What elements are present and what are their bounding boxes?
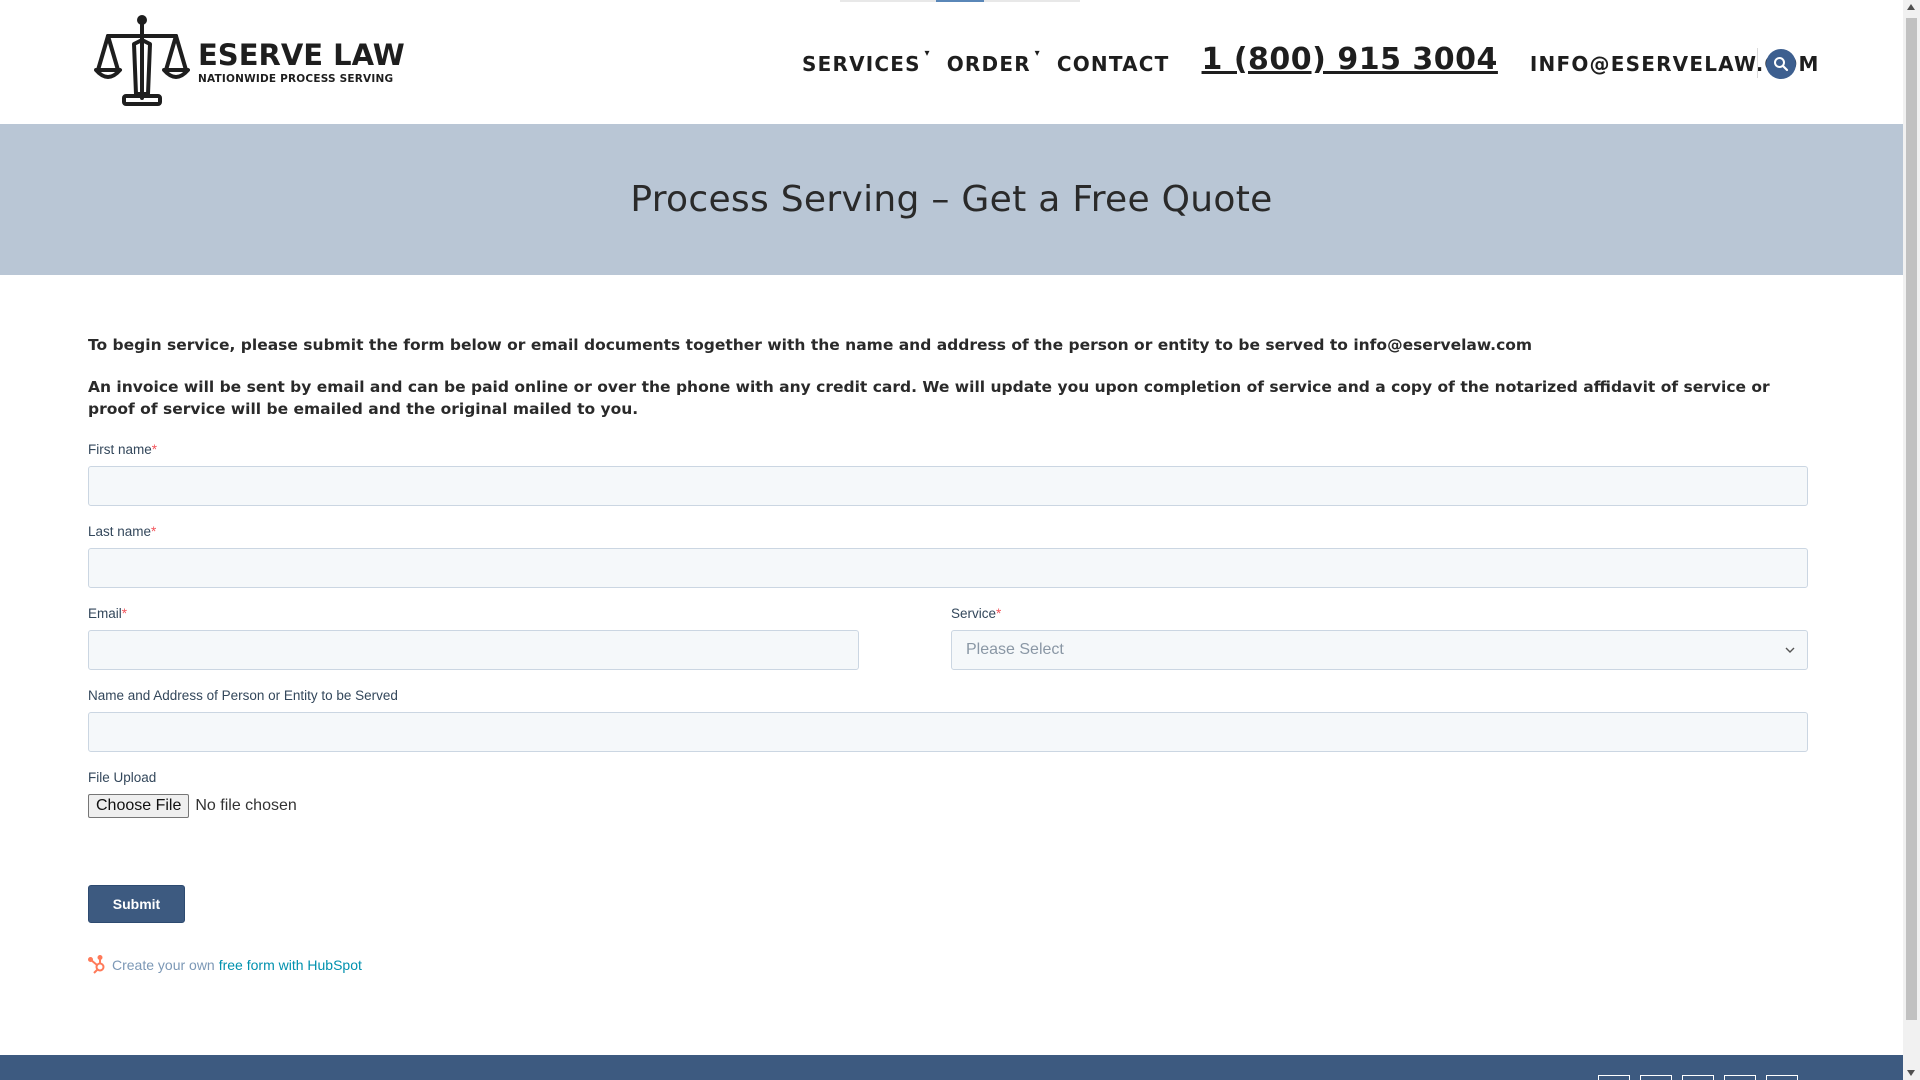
file-status-text: No file chosen: [195, 797, 297, 814]
email-service-row: Email* Service* Please Select: [88, 606, 1808, 670]
service-select-value: Please Select: [966, 641, 1064, 658]
intro-paragraph-1: To begin service, please submit the form…: [88, 336, 1533, 354]
last-name-input[interactable]: [88, 548, 1808, 588]
social-link-5[interactable]: [1766, 1075, 1798, 1080]
served-party-row: Name and Address of Person or Entity to …: [88, 688, 1808, 752]
site-footer: [0, 1055, 1903, 1080]
logo-subtitle: NATIONWIDE PROCESS SERVING: [198, 73, 394, 85]
scroll-down-icon[interactable]: [1907, 1070, 1915, 1076]
top-progress-line: [840, 0, 1080, 2]
logo-title: ESERVE LAW: [198, 38, 405, 72]
nav-contact[interactable]: CONTACT: [1057, 52, 1170, 76]
chevron-down-icon: [1785, 647, 1795, 653]
served-party-input[interactable]: [88, 712, 1808, 752]
scales-of-justice-icon: [94, 15, 190, 106]
search-button[interactable]: [1766, 49, 1796, 79]
service-select[interactable]: Please Select: [951, 630, 1808, 670]
social-link-3[interactable]: [1682, 1075, 1714, 1080]
email-column: Email*: [88, 606, 859, 670]
submit-button[interactable]: Submit: [88, 885, 185, 923]
scroll-up-icon[interactable]: [1907, 4, 1915, 10]
first-name-input[interactable]: [88, 466, 1808, 506]
scroll-thumb[interactable]: [1906, 18, 1917, 1020]
hubspot-link[interactable]: free form with HubSpot: [219, 957, 362, 973]
hubspot-sprocket-icon: [88, 955, 105, 974]
last-name-row: Last name*: [88, 524, 1808, 588]
last-name-label: Last name*: [88, 524, 157, 539]
site-logo[interactable]: ESERVE LAW NATIONWIDE PROCESS SERVING: [94, 14, 405, 110]
hubspot-prefix: Create your own: [112, 957, 215, 973]
choose-file-button[interactable]: Choose File: [88, 794, 190, 818]
service-column: Service* Please Select: [951, 606, 1808, 670]
logo-text: ESERVE LAW NATIONWIDE PROCESS SERVING: [198, 39, 405, 85]
top-progress-active: [936, 0, 984, 2]
file-upload-control: Choose File No file chosen: [88, 794, 1808, 818]
served-party-label: Name and Address of Person or Entity to …: [88, 688, 398, 703]
hubspot-credit: Create your own free form with HubSpot: [88, 955, 362, 975]
required-marker: *: [151, 524, 157, 539]
page-hero: Process Serving – Get a Free Quote: [0, 124, 1903, 275]
required-marker: *: [121, 606, 128, 621]
file-upload-row: File Upload Choose File No file chosen: [88, 770, 1808, 818]
nav-phone-link[interactable]: 1 (800) 915 3004: [1202, 42, 1498, 77]
dropdown-caret-icon: ▾: [924, 47, 931, 59]
main-nav: SERVICES ▾ ORDER ▾ CONTACT 1 (800) 915 3…: [802, 42, 1820, 81]
dropdown-caret-icon: ▾: [1034, 47, 1041, 59]
nav-services[interactable]: SERVICES ▾: [802, 48, 929, 76]
social-link-4[interactable]: [1724, 1075, 1756, 1080]
required-marker: *: [996, 606, 1002, 621]
nav-divider: [1757, 48, 1758, 78]
page-scrollbar[interactable]: [1903, 0, 1920, 1080]
site-header: ESERVE LAW NATIONWIDE PROCESS SERVING SE…: [0, 0, 1903, 124]
intro-section: To begin service, please submit the form…: [88, 334, 1808, 420]
intro-paragraph-2: An invoice will be sent by email and can…: [88, 378, 1770, 418]
email-input[interactable]: [88, 630, 859, 670]
required-marker: *: [151, 442, 158, 457]
file-upload-label: File Upload: [88, 770, 157, 785]
first-name-row: First name*: [88, 442, 1808, 506]
social-link-1[interactable]: [1598, 1075, 1630, 1080]
page-title: Process Serving – Get a Free Quote: [630, 179, 1273, 220]
nav-order-label: ORDER: [946, 51, 1031, 76]
social-link-2[interactable]: [1640, 1075, 1672, 1080]
service-label: Service*: [951, 606, 1002, 621]
first-name-label: First name*: [88, 442, 158, 457]
email-label: Email*: [88, 606, 128, 621]
search-icon: [1774, 57, 1789, 72]
nav-services-label: SERVICES: [802, 51, 921, 76]
nav-order[interactable]: ORDER ▾: [946, 48, 1040, 76]
quote-form: First name* Last name* Email* Service* P…: [88, 442, 1808, 974]
